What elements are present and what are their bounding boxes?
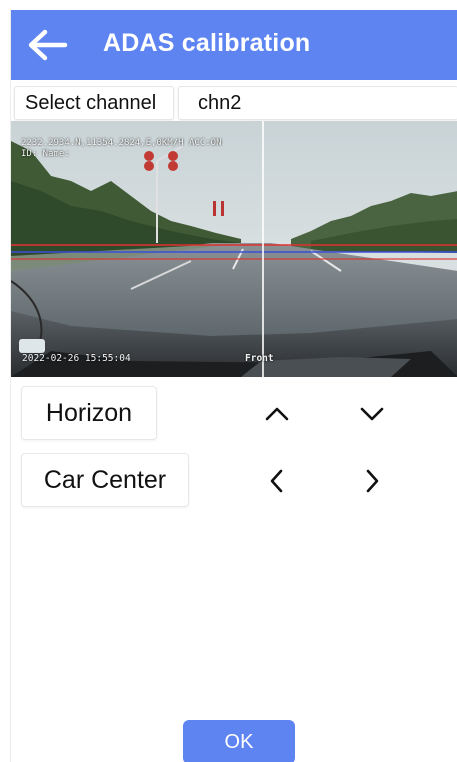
channel-dropdown[interactable]: chn2 xyxy=(178,86,457,120)
back-button[interactable] xyxy=(25,27,69,63)
horizon-down-button[interactable] xyxy=(354,396,390,432)
chevron-down-icon xyxy=(360,407,384,421)
camera-preview[interactable]: 2232.2934.N,11354.2824,E,0KM/H ACC:ON ID… xyxy=(11,121,457,377)
app-bar: ADAS calibration xyxy=(11,10,457,80)
camera-id-overlay: ID: Name: xyxy=(21,149,70,159)
horizon-up-button[interactable] xyxy=(259,396,295,432)
screen: ADAS calibration Select channel chn2 223… xyxy=(10,10,457,762)
horizon-button[interactable]: Horizon xyxy=(21,386,157,440)
channel-selector: Select channel chn2 xyxy=(11,86,457,120)
ok-button[interactable]: OK xyxy=(183,720,295,762)
camera-gps-overlay: 2232.2934.N,11354.2824,E,0KM/H ACC:ON xyxy=(21,138,222,148)
page-title: ADAS calibration xyxy=(103,29,311,57)
select-channel-label: Select channel xyxy=(14,86,174,120)
car-center-button[interactable]: Car Center xyxy=(21,453,189,507)
chevron-left-icon xyxy=(270,469,283,493)
camera-frame xyxy=(11,121,457,377)
chevron-up-icon xyxy=(265,407,289,421)
arrow-left-icon xyxy=(28,29,68,61)
camera-timestamp: 2022-02-26 15:55:04 xyxy=(22,353,131,364)
camera-view-label: Front xyxy=(245,353,274,364)
car-center-right-button[interactable] xyxy=(354,463,390,499)
chevron-right-icon xyxy=(366,469,379,493)
car-center-left-button[interactable] xyxy=(259,463,295,499)
